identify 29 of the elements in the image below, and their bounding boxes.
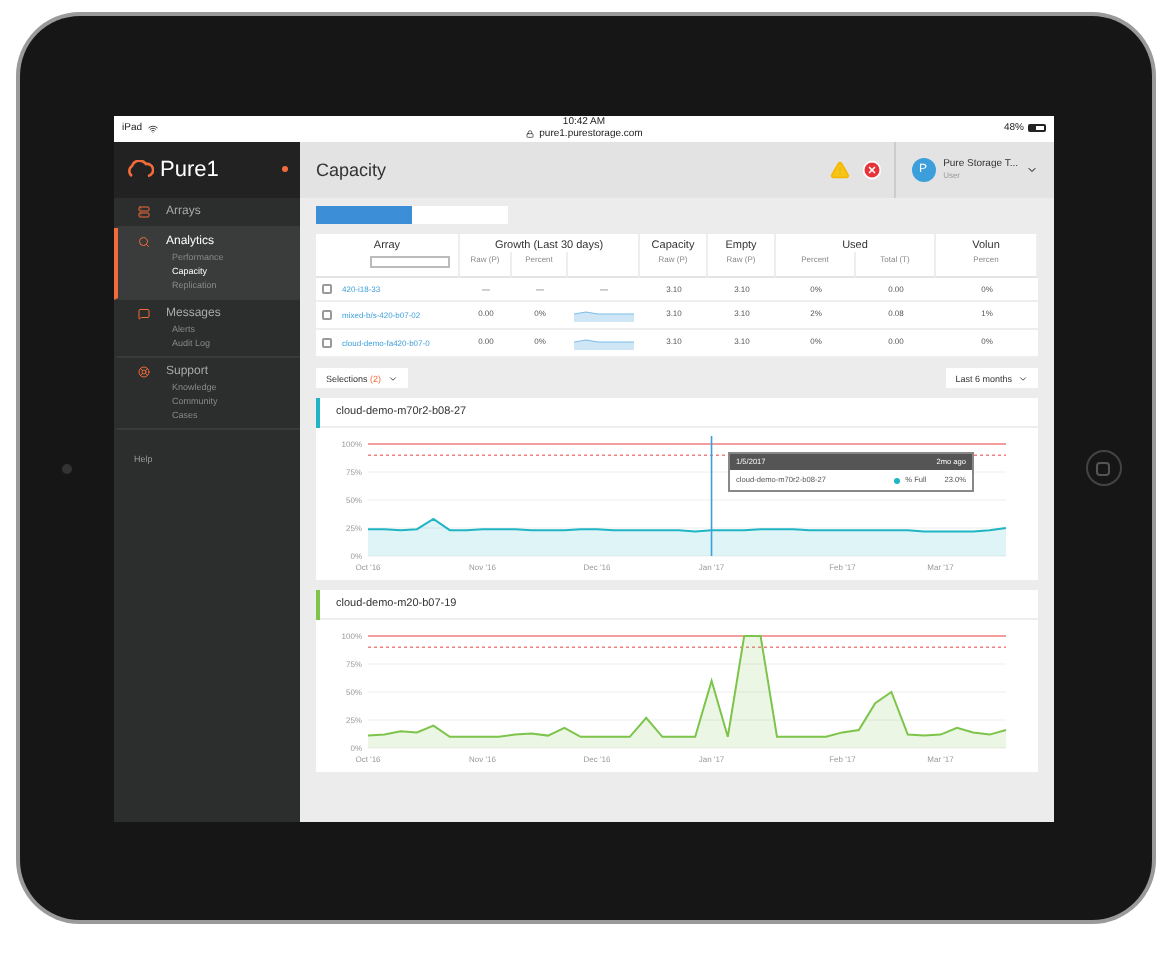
view-toggle[interactable] [412, 205, 508, 223]
error-icon[interactable] [861, 159, 882, 179]
filter-field[interactable] [369, 255, 449, 267]
empty-header [568, 251, 640, 278]
home-button[interactable] [1085, 450, 1121, 486]
caret-icon [1018, 373, 1028, 383]
wifi-icon [148, 123, 159, 133]
cursor-line [710, 435, 713, 557]
lock-icon [525, 130, 534, 138]
page-title: Capacity [316, 159, 389, 179]
caret-icon [1026, 163, 1038, 175]
lifebuoy-icon [138, 365, 150, 377]
server-icon [138, 205, 150, 217]
warning-icon[interactable] [829, 159, 850, 179]
camera-icon [62, 463, 72, 473]
logo-text: Pure1 [160, 157, 219, 181]
search-icon [138, 235, 150, 247]
dot-icon [282, 166, 288, 172]
view-toggle[interactable] [316, 205, 412, 223]
chat-icon [138, 307, 150, 319]
sparkline-drawing [574, 336, 634, 350]
legend-dot [893, 477, 900, 483]
battery-icon [1028, 124, 1046, 132]
cloud-logo-icon [126, 160, 154, 178]
checkbox[interactable] [322, 310, 332, 320]
checkbox[interactable] [322, 338, 332, 348]
sparkline-drawing [574, 308, 634, 322]
checkbox[interactable] [322, 284, 332, 294]
caret-icon [387, 373, 398, 383]
